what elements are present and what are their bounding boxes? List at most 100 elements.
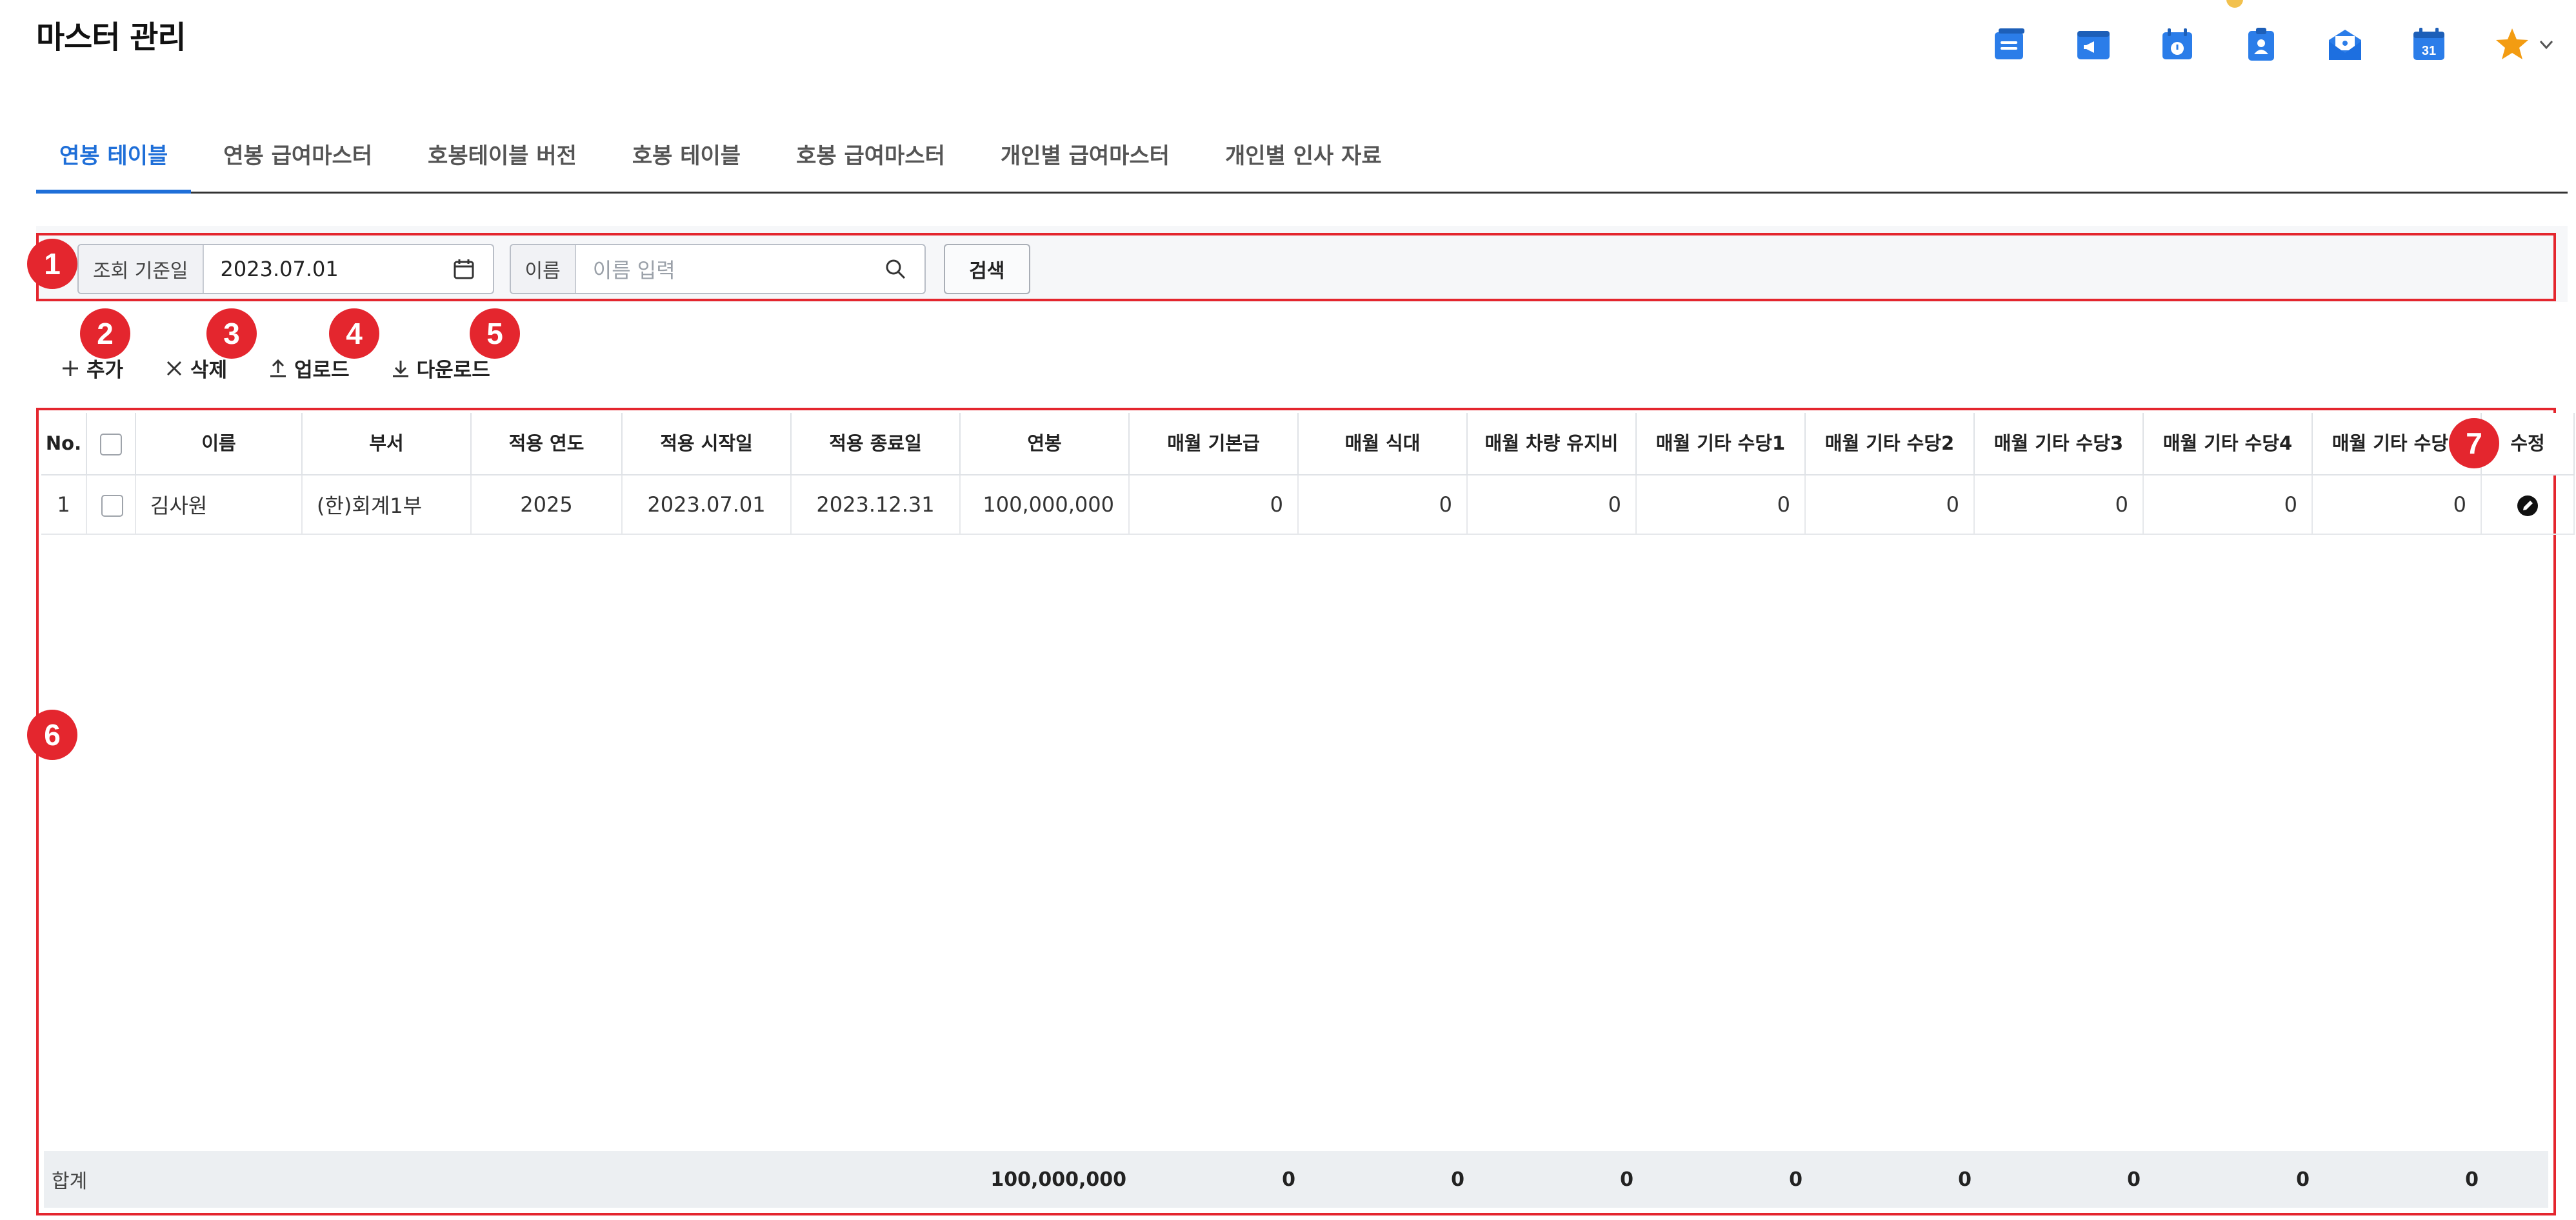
top-shortcut-icons: 31 bbox=[1991, 26, 2559, 63]
summary-allowance2: 0 bbox=[1958, 1168, 1972, 1191]
board-icon[interactable] bbox=[1991, 26, 2028, 63]
employee-name-link[interactable]: 김사원 bbox=[135, 475, 303, 535]
monthly-allowance2-cell: 0 bbox=[1805, 475, 1975, 535]
annotation-badge: 1 bbox=[27, 239, 77, 289]
apply-end-cell: 2023.12.31 bbox=[791, 475, 961, 535]
annotation-box-grid: No. 이름 부서 적용 연도 적용 시작일 적용 종료일 연봉 매월 기본급 … bbox=[36, 408, 2575, 1215]
monthly-allowance3-cell: 0 bbox=[1974, 475, 2144, 535]
tab-bar: 연봉 테이블 연봉 급여마스터 호봉테이블 버전 호봉 테이블 호봉 급여마스터… bbox=[36, 126, 2568, 194]
summary-allowance5: 0 bbox=[2465, 1168, 2479, 1191]
tab-step-salary-master[interactable]: 호봉 급여마스터 bbox=[773, 126, 968, 192]
download-icon bbox=[392, 360, 408, 377]
row-checkbox[interactable] bbox=[101, 495, 123, 517]
annotation-badge: 5 bbox=[470, 308, 520, 359]
select-all-header bbox=[86, 413, 136, 475]
notification-dot bbox=[2226, 0, 2243, 8]
summary-allowance4: 0 bbox=[2296, 1168, 2310, 1191]
favorite-star-icon bbox=[2496, 28, 2528, 59]
select-all-checkbox[interactable] bbox=[100, 433, 122, 455]
monthly-meal-cell: 0 bbox=[1298, 475, 1468, 535]
schedule-icon[interactable] bbox=[2159, 26, 2196, 63]
annual-salary-cell: 100,000,000 bbox=[960, 475, 1130, 535]
name-input[interactable]: 이름 입력 bbox=[576, 245, 924, 293]
chevron-down-icon bbox=[2539, 40, 2553, 50]
download-button[interactable]: 다운로드 bbox=[390, 354, 490, 383]
search-icon[interactable] bbox=[883, 257, 908, 281]
column-header[interactable]: 매월 기타 수당2 bbox=[1805, 413, 1975, 475]
summary-monthly-base: 0 bbox=[1282, 1168, 1295, 1191]
svg-text:31: 31 bbox=[2422, 44, 2436, 58]
monthly-base-cell: 0 bbox=[1129, 475, 1299, 535]
column-header[interactable]: 이름 bbox=[135, 413, 303, 475]
calendar-icon[interactable]: 31 bbox=[2410, 26, 2448, 63]
column-header[interactable]: 매월 기본급 bbox=[1129, 413, 1299, 475]
name-filter-label: 이름 bbox=[510, 245, 576, 293]
upload-button[interactable]: 업로드 bbox=[267, 354, 350, 383]
summary-row: 합계 100,000,000 0 0 0 0 0 0 0 0 bbox=[44, 1151, 2548, 1208]
edit-cell bbox=[2481, 475, 2575, 535]
column-header[interactable]: 매월 차량 유지비 bbox=[1467, 413, 1637, 475]
calendar-picker-icon[interactable] bbox=[452, 257, 476, 281]
date-filter-label: 조회 기준일 bbox=[79, 245, 204, 293]
annotation-badge: 2 bbox=[80, 308, 130, 359]
filter-row: 조회 기준일 2023.07.01 이름 이름 입력 검색 bbox=[77, 244, 1030, 294]
name-filter: 이름 이름 입력 bbox=[509, 244, 926, 294]
delete-button-label: 삭제 bbox=[190, 359, 228, 382]
date-input[interactable]: 2023.07.01 bbox=[204, 245, 493, 293]
annotation-badge: 4 bbox=[329, 308, 379, 359]
close-icon bbox=[166, 361, 182, 375]
annotation-badge: 7 bbox=[2449, 418, 2499, 468]
table-row[interactable]: 1 김사원 (한)회계1부 2025 2023.07.01 2023.12.31… bbox=[41, 475, 2575, 535]
column-header[interactable]: 매월 기타 수당1 bbox=[1636, 413, 1806, 475]
column-header[interactable]: 적용 연도 bbox=[471, 413, 623, 475]
summary-annual-salary: 100,000,000 bbox=[990, 1168, 1126, 1191]
date-filter: 조회 기준일 2023.07.01 bbox=[77, 244, 494, 294]
upload-icon bbox=[270, 359, 286, 377]
tab-salary-table[interactable]: 연봉 테이블 bbox=[36, 126, 192, 194]
salary-table: No. 이름 부서 적용 연도 적용 시작일 적용 종료일 연봉 매월 기본급 … bbox=[41, 413, 2575, 535]
summary-allowance1: 0 bbox=[1789, 1168, 1802, 1191]
tab-salary-master[interactable]: 연봉 급여마스터 bbox=[200, 126, 395, 192]
monthly-allowance4-cell: 0 bbox=[2143, 475, 2313, 535]
column-header: No. bbox=[41, 413, 87, 475]
favorite-menu[interactable] bbox=[2494, 26, 2559, 63]
edit-pencil-icon[interactable] bbox=[2516, 494, 2539, 517]
summary-monthly-vehicle: 0 bbox=[1620, 1168, 1633, 1191]
column-header[interactable]: 매월 기타 수당4 bbox=[2143, 413, 2313, 475]
column-header[interactable]: 적용 시작일 bbox=[622, 413, 792, 475]
row-select-cell bbox=[86, 475, 136, 535]
page-title: 마스터 관리 bbox=[36, 19, 186, 55]
column-header[interactable]: 매월 기타 수당3 bbox=[1974, 413, 2144, 475]
delete-button[interactable]: 삭제 bbox=[163, 354, 227, 383]
annotation-badge: 3 bbox=[206, 308, 257, 359]
row-number: 1 bbox=[41, 475, 87, 535]
department-cell: (한)회계1부 bbox=[302, 475, 472, 535]
tab-individual-hr-data[interactable]: 개인별 인사 자료 bbox=[1202, 126, 1405, 192]
contact-icon[interactable] bbox=[2242, 26, 2280, 63]
column-header[interactable]: 부서 bbox=[302, 413, 472, 475]
notice-icon[interactable] bbox=[2075, 26, 2112, 63]
grid-toolbar: 추가 삭제 업로드 다운로드 bbox=[59, 354, 530, 383]
date-input-value: 2023.07.01 bbox=[220, 257, 339, 281]
upload-button-label: 업로드 bbox=[294, 359, 350, 382]
add-button[interactable]: 추가 bbox=[59, 354, 123, 383]
summary-allowance3: 0 bbox=[2127, 1168, 2141, 1191]
tab-step-table[interactable]: 호봉 테이블 bbox=[609, 126, 764, 192]
table-header-row: No. 이름 부서 적용 연도 적용 시작일 적용 종료일 연봉 매월 기본급 … bbox=[41, 413, 2575, 475]
mail-icon[interactable] bbox=[2326, 26, 2364, 63]
summary-label: 합계 bbox=[52, 1170, 88, 1193]
plus-icon bbox=[63, 360, 78, 376]
download-button-label: 다운로드 bbox=[416, 359, 490, 382]
column-header[interactable]: 연봉 bbox=[960, 413, 1130, 475]
annotation-badge: 6 bbox=[27, 710, 77, 760]
tab-individual-salary-master[interactable]: 개인별 급여마스터 bbox=[977, 126, 1193, 192]
search-button[interactable]: 검색 bbox=[943, 244, 1030, 294]
summary-monthly-meal: 0 bbox=[1451, 1168, 1464, 1191]
monthly-allowance5-cell: 0 bbox=[2312, 475, 2482, 535]
tab-step-table-version[interactable]: 호봉테이블 버전 bbox=[404, 126, 600, 192]
monthly-vehicle-cell: 0 bbox=[1467, 475, 1637, 535]
column-header[interactable]: 매월 식대 bbox=[1298, 413, 1468, 475]
column-header[interactable]: 적용 종료일 bbox=[791, 413, 961, 475]
monthly-allowance1-cell: 0 bbox=[1636, 475, 1806, 535]
salary-grid: No. 이름 부서 적용 연도 적용 시작일 적용 종료일 연봉 매월 기본급 … bbox=[41, 413, 2575, 1210]
